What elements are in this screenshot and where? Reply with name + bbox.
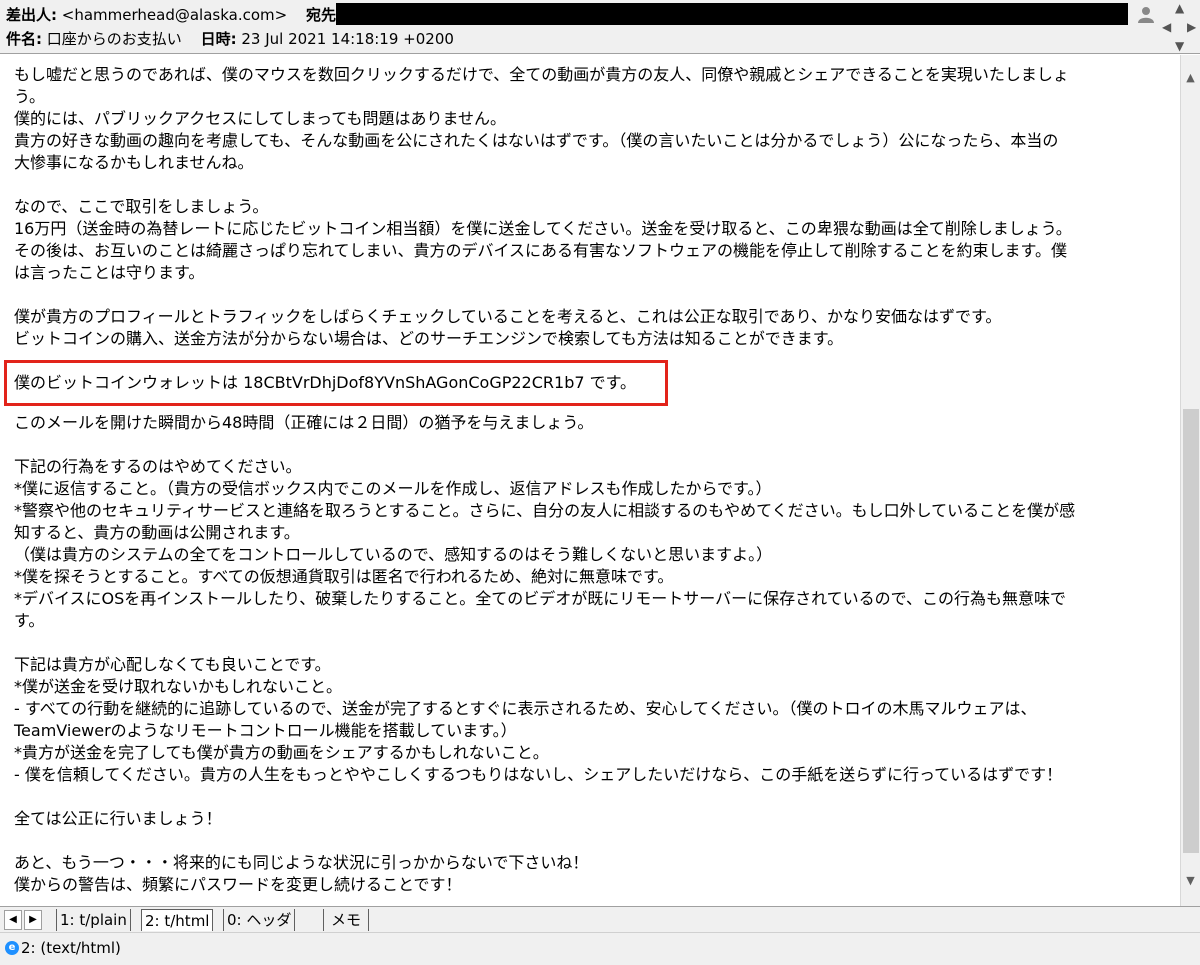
body-line: 知すると、貴方の動画は公開されます。 [14, 523, 300, 542]
body-line: （僕は貴方のシステムの全てをコントロールしているので、感知するのはそう難しくない… [14, 545, 773, 564]
vertical-scrollbar[interactable]: ▲ ▼ [1180, 55, 1200, 906]
body-line: *僕に返信すること。（貴方の受信ボックス内でこのメールを作成し、返信アドレスも作… [14, 479, 772, 498]
body-line: 大惨事になるかもしれませんね。 [14, 153, 254, 172]
navigation-arrows: ▲ ◀ ▶ ▼ [1160, 2, 1198, 52]
tab-bar: ◀ ▶ 1: t/plain 2: t/html 0: ヘッダ メモ [0, 906, 1200, 932]
body-line: 下記は貴方が心配しなくても良いことです。 [14, 655, 331, 674]
body-line: *デバイスにOSを再インストールしたり、破棄したりすること。全てのビデオが既にリ… [14, 589, 1067, 608]
body-line: 僕からの警告は、頻繁にパスワードを変更し続けることです！ [14, 875, 462, 894]
wallet-address-line: 僕のビットコインウォレットは 18CBtVrDhjDof8YVnShAGonCo… [14, 373, 637, 392]
body-line: 下記の行為をするのはやめてください。 [14, 457, 302, 476]
tab-memo[interactable]: メモ [323, 909, 369, 931]
header-subject-row: 件名: 口座からのお支払い 日時: 23 Jul 2021 14:18:19 +… [6, 27, 468, 51]
body-line: このメールを開けた瞬間から48時間（正確には２日間）の猶予を与えましょう。 [14, 413, 594, 432]
body-line: *僕が送金を受け取れないかもしれないこと。 [14, 677, 343, 696]
scroll-up-icon[interactable]: ▲ [1181, 69, 1200, 87]
tab-scroll-left-icon[interactable]: ◀ [4, 910, 22, 930]
body-line: ビットコインの購入、送金方法が分からない場合は、どのサーチエンジンで検索しても方… [14, 329, 844, 348]
arrow-left-icon[interactable]: ◀ [1162, 21, 1171, 33]
body-line: す。 [14, 611, 45, 630]
tab-text-html[interactable]: 2: t/html [141, 909, 214, 931]
arrow-right-icon[interactable]: ▶ [1187, 21, 1196, 33]
arrow-down-icon[interactable]: ▼ [1175, 40, 1184, 52]
to-value-redacted [336, 3, 1128, 25]
body-line: - 僕を信頼してください。貴方の人生をもっとややこしくするつもりはないし、シェア… [14, 765, 1063, 784]
body-line: *貴方が送金を完了しても僕が貴方の動画をシェアするかもしれないこと。 [14, 743, 549, 762]
body-line: その後は、お互いのことは綺麗さっぱり忘れてしまい、貴方のデバイスにある有害なソフ… [14, 241, 1067, 260]
header-from-row: 差出人: <hammerhead@alaska.com> 宛先: [6, 3, 342, 27]
body-line: - すべての行動を継続的に追跡しているので、送金が完了するとすぐに表示されるため… [14, 699, 1037, 718]
tab-scroll-right-icon[interactable]: ▶ [24, 910, 42, 930]
subject-value: 口座からのお支払い [46, 30, 182, 48]
date-value: 23 Jul 2021 14:18:19 +0200 [241, 30, 454, 48]
body-line: は言ったことは守ります。 [14, 263, 205, 282]
message-header: 差出人: <hammerhead@alaska.com> 宛先: 件名: 口座か… [0, 0, 1200, 54]
body-line: 僕的には、パブリックアクセスにしてしまっても問題はありません。 [14, 109, 507, 128]
scroll-down-icon[interactable]: ▼ [1181, 872, 1200, 890]
body-line: 貴方の好きな動画の趣向を考慮しても、そんな動画を公にされたくはないはずです。（僕… [14, 131, 1059, 150]
body-line: もし嘘だと思うのであれば、僕のマウスを数回クリックするだけで、全ての動画が貴方の… [14, 65, 1069, 84]
body-line: なので、ここで取引をしましょう。 [14, 197, 269, 216]
browser-icon: e [5, 941, 19, 955]
body-line: *警察や他のセキュリティサービスと連絡を取ろうとすること。さらに、自分の友人に相… [14, 501, 1076, 520]
message-body[interactable]: もし嘘だと思うのであれば、僕のマウスを数回クリックするだけで、全ての動画が貴方の… [0, 55, 1180, 906]
body-line: 16万円（送金時の為替レートに応じたビットコイン相当額）を僕に送金してください。… [14, 219, 1072, 238]
status-text: 2: (text/html) [21, 939, 121, 957]
body-line: TeamViewerのようなリモートコントロール機能を搭載しています。） [14, 721, 517, 740]
date-label: 日時: [200, 30, 237, 48]
from-value[interactable]: <hammerhead@alaska.com> [62, 6, 287, 24]
body-line: 僕が貴方のプロフィールとトラフィックをしばらくチェックしていることを考えると、こ… [14, 307, 1002, 326]
arrow-up-icon[interactable]: ▲ [1175, 2, 1184, 14]
body-line: *僕を探そうとすること。すべての仮想通貨取引は匿名で行われるため、絶対に無意味で… [14, 567, 674, 586]
status-bar: e 2: (text/html) [0, 932, 1200, 965]
scrollbar-thumb[interactable] [1183, 409, 1199, 853]
body-line: う。 [14, 87, 46, 106]
body-line: あと、もう一つ・・・将来的にも同じような状況に引っかからないで下さいね！ [14, 853, 589, 872]
tab-header[interactable]: 0: ヘッダ [223, 909, 296, 931]
from-label: 差出人: [6, 6, 57, 24]
subject-label: 件名: [6, 30, 42, 48]
tab-text-plain[interactable]: 1: t/plain [56, 909, 131, 931]
body-line: 全ては公正に行いましょう！ [14, 809, 222, 828]
person-icon[interactable] [1134, 4, 1158, 26]
